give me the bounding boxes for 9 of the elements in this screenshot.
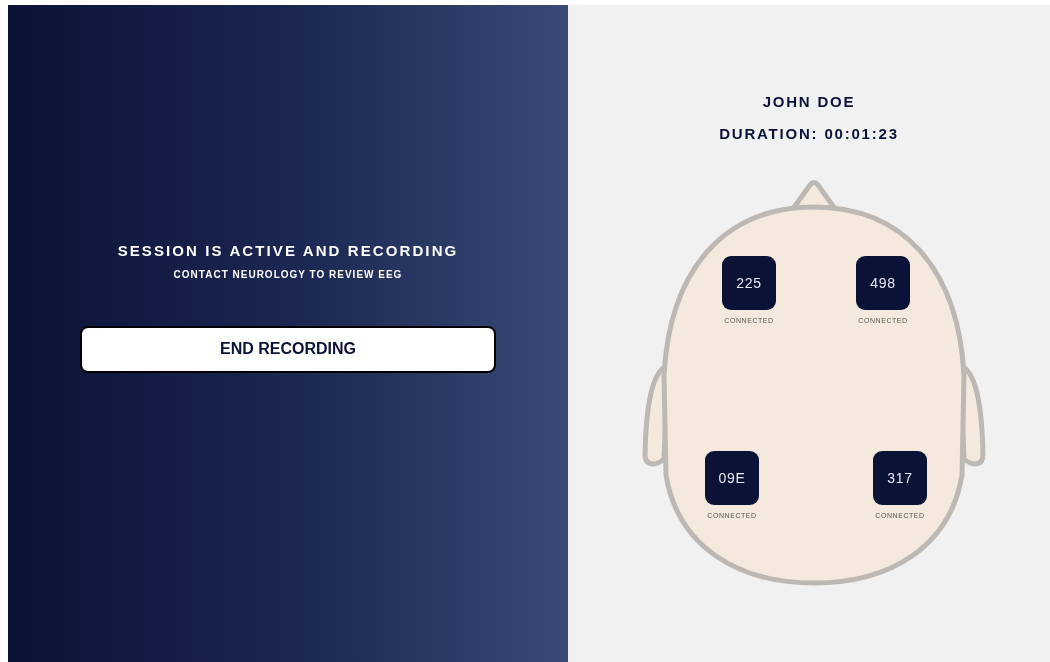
sensor-tile[interactable]: 225: [722, 256, 776, 310]
sensor-tile[interactable]: 09E: [705, 451, 759, 505]
sensor-tile[interactable]: 498: [856, 256, 910, 310]
end-recording-button[interactable]: END RECORDING: [80, 325, 496, 373]
patient-name: JOHN DOE: [761, 92, 857, 112]
session-instruction: CONTACT NEUROLOGY TO REVIEW EEG: [173, 267, 403, 282]
sensor-tile[interactable]: 317: [873, 451, 927, 505]
session-duration: DURATION: 00:01:23: [718, 124, 900, 144]
session-status-title: SESSION IS ACTIVE AND RECORDING: [117, 241, 459, 261]
